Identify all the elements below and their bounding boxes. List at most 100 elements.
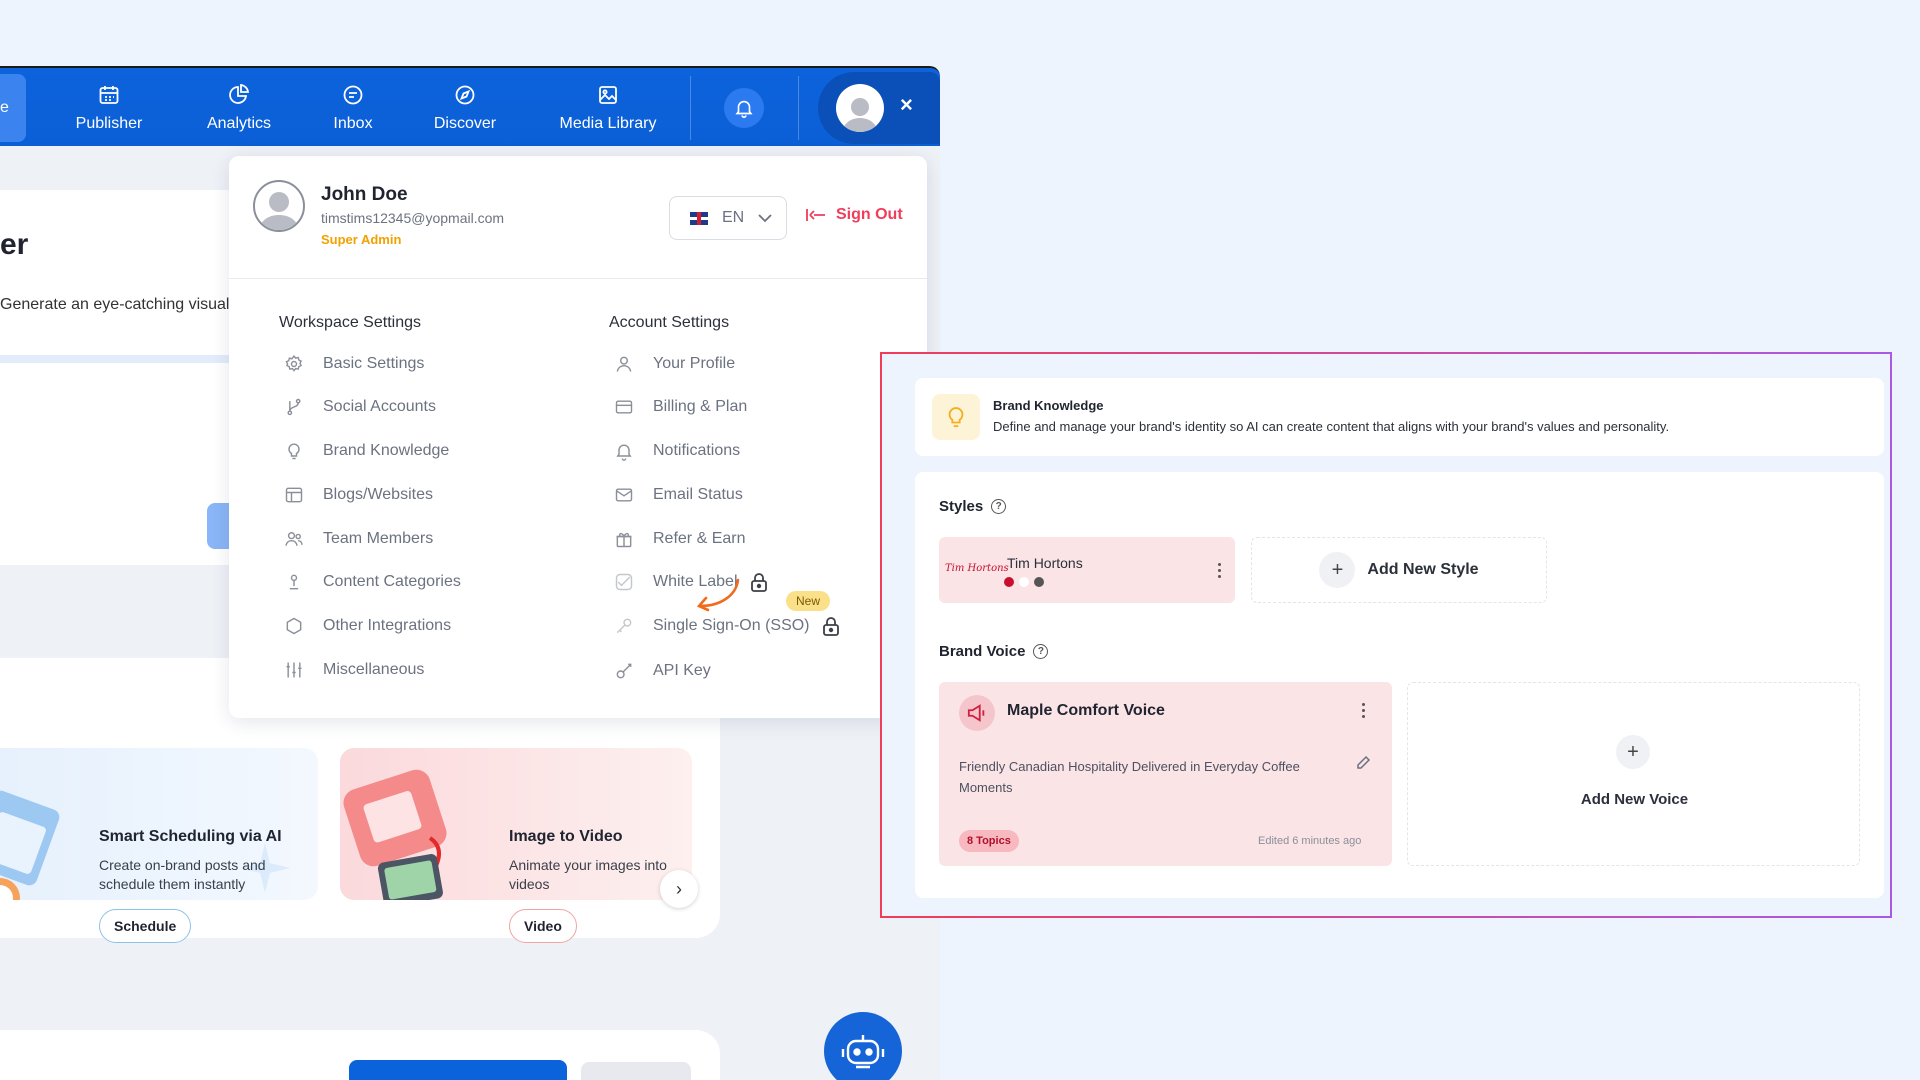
menu-item-label: Social Accounts bbox=[323, 398, 436, 415]
language-value: EN bbox=[722, 209, 745, 226]
menu-item-brand-knowledge[interactable]: Brand Knowledge bbox=[283, 438, 449, 464]
share-branch-icon bbox=[283, 396, 305, 418]
promo-title: Image to Video bbox=[509, 828, 623, 845]
nav-item-home[interactable]: e bbox=[0, 74, 26, 142]
secondary-action-button[interactable] bbox=[581, 1062, 691, 1080]
sliders-icon bbox=[283, 659, 305, 681]
sign-out-button[interactable]: Sign Out bbox=[806, 206, 903, 224]
brand-logo-text: Tim Hortons bbox=[945, 563, 1009, 574]
brand-color-swatch bbox=[1019, 577, 1029, 587]
help-icon[interactable]: ? bbox=[1033, 644, 1049, 659]
primary-action-button[interactable] bbox=[349, 1060, 567, 1080]
user-icon bbox=[613, 353, 635, 375]
menu-item-notifications[interactable]: Notifications bbox=[613, 438, 740, 464]
chevron-down-icon bbox=[758, 214, 772, 223]
close-menu-button[interactable]: × bbox=[900, 92, 913, 118]
menu-item-label: Your Profile bbox=[653, 355, 736, 372]
voice-description: Friendly Canadian Hospitality Delivered … bbox=[959, 759, 1300, 795]
promo-card-scheduling[interactable]: Smart Scheduling via AI Create on-brand … bbox=[0, 748, 318, 900]
menu-item-content-categories[interactable]: Content Categories bbox=[283, 569, 461, 595]
top-navigation-bar: e Publisher Analytics Inbox Discover Med… bbox=[0, 66, 940, 146]
users-icon bbox=[283, 528, 305, 550]
workspace-settings-title: Workspace Settings bbox=[279, 314, 421, 331]
menu-item-team-members[interactable]: Team Members bbox=[283, 526, 433, 552]
menu-item-single-sign-on[interactable]: Single Sign-On (SSO) bbox=[613, 613, 840, 639]
robot-icon bbox=[841, 1035, 885, 1069]
pie-chart-icon bbox=[227, 83, 251, 107]
chat-icon bbox=[341, 83, 365, 107]
edit-pencil-icon[interactable] bbox=[1355, 755, 1371, 771]
nav-item-inbox[interactable]: Inbox bbox=[306, 68, 400, 148]
menu-item-email-status[interactable]: Email Status bbox=[613, 482, 743, 508]
plus-icon: + bbox=[1319, 552, 1356, 588]
menu-item-label: API Key bbox=[653, 662, 711, 679]
menu-item-miscellaneous[interactable]: Miscellaneous bbox=[283, 657, 424, 683]
nav-item-media-library[interactable]: Media Library bbox=[548, 68, 668, 148]
add-new-style-button[interactable]: + Add New Style bbox=[1251, 537, 1547, 603]
page-heading: er bbox=[0, 228, 29, 261]
menu-item-billing-plan[interactable]: Billing & Plan bbox=[613, 394, 747, 420]
add-new-voice-button[interactable]: + Add New Voice bbox=[1407, 682, 1860, 866]
menu-item-social-accounts[interactable]: Social Accounts bbox=[283, 394, 436, 420]
schedule-button[interactable]: Schedule bbox=[99, 909, 192, 943]
menu-item-label: Other Integrations bbox=[323, 617, 452, 634]
user-avatar[interactable] bbox=[836, 84, 884, 132]
notifications-bell-button[interactable] bbox=[724, 88, 764, 128]
styles-section-label: Styles ? bbox=[939, 498, 1007, 515]
menu-item-label: Basic Settings bbox=[323, 355, 425, 372]
credit-card-icon bbox=[613, 396, 635, 418]
menu-item-label: Single Sign-On (SSO) bbox=[653, 617, 810, 634]
brand-knowledge-title: Brand Knowledge bbox=[993, 398, 1104, 413]
nav-divider bbox=[690, 76, 691, 140]
nav-item-analytics[interactable]: Analytics bbox=[192, 68, 286, 148]
nav-label: Media Library bbox=[559, 115, 657, 132]
profile-avatar bbox=[253, 180, 305, 232]
video-button[interactable]: Video bbox=[509, 909, 577, 943]
uk-flag-icon bbox=[690, 211, 708, 225]
nav-item-discover[interactable]: Discover bbox=[418, 68, 512, 148]
carousel-next-button[interactable]: › bbox=[660, 870, 698, 908]
nav-stub-label: e bbox=[0, 99, 9, 116]
language-selector[interactable]: EN bbox=[669, 196, 787, 240]
promo-card-image-to-video[interactable]: Image to Video Animate your images into … bbox=[340, 748, 692, 900]
calendar-clock-illustration-icon bbox=[0, 790, 60, 900]
profile-role: Super Admin bbox=[321, 232, 402, 247]
menu-item-white-label[interactable]: White Label bbox=[613, 569, 768, 595]
content-divider bbox=[0, 355, 260, 363]
menu-item-label: Brand Knowledge bbox=[323, 442, 450, 459]
styles-label-text: Styles bbox=[939, 498, 984, 515]
promo-description: Animate your images into videos bbox=[509, 857, 667, 892]
menu-item-refer-earn[interactable]: Refer & Earn bbox=[613, 526, 745, 552]
image-gallery-icon bbox=[596, 83, 620, 107]
nav-label: Inbox bbox=[333, 115, 373, 132]
key-icon bbox=[613, 615, 635, 637]
style-name: Tim Hortons bbox=[1007, 555, 1083, 571]
compass-icon bbox=[453, 83, 477, 107]
new-badge: New bbox=[786, 591, 831, 611]
add-style-label: Add New Style bbox=[1367, 561, 1479, 578]
menu-item-blogs-websites[interactable]: Blogs/Websites bbox=[283, 482, 433, 508]
menu-item-api-key[interactable]: API Key bbox=[613, 658, 711, 684]
edited-timestamp: Edited 6 minutes ago bbox=[1258, 835, 1362, 847]
menu-item-label: Billing & Plan bbox=[653, 398, 748, 415]
verified-check-icon bbox=[613, 571, 635, 593]
menu-item-basic-settings[interactable]: Basic Settings bbox=[283, 351, 424, 377]
menu-item-label: Refer & Earn bbox=[653, 530, 746, 547]
profile-email: timstims12345@yopmail.com bbox=[321, 210, 505, 226]
chevron-right-icon: › bbox=[676, 878, 682, 899]
api-key-icon bbox=[613, 660, 635, 682]
menu-item-label: Email Status bbox=[653, 486, 743, 503]
gift-icon bbox=[613, 528, 635, 550]
menu-item-label: Blogs/Websites bbox=[323, 486, 433, 503]
style-options-menu-icon[interactable] bbox=[1217, 563, 1221, 578]
ai-assistant-button[interactable] bbox=[824, 1012, 902, 1080]
help-icon[interactable]: ? bbox=[991, 499, 1007, 514]
topics-badge: 8 Topics bbox=[959, 830, 1019, 852]
menu-item-your-profile[interactable]: Your Profile bbox=[613, 351, 735, 377]
nav-item-publisher[interactable]: Publisher bbox=[62, 68, 156, 148]
voice-options-menu-icon[interactable] bbox=[1361, 703, 1365, 718]
bell-icon bbox=[613, 440, 635, 462]
gear-icon bbox=[283, 353, 305, 375]
lock-icon bbox=[822, 616, 840, 636]
menu-item-other-integrations[interactable]: Other Integrations bbox=[283, 613, 451, 639]
